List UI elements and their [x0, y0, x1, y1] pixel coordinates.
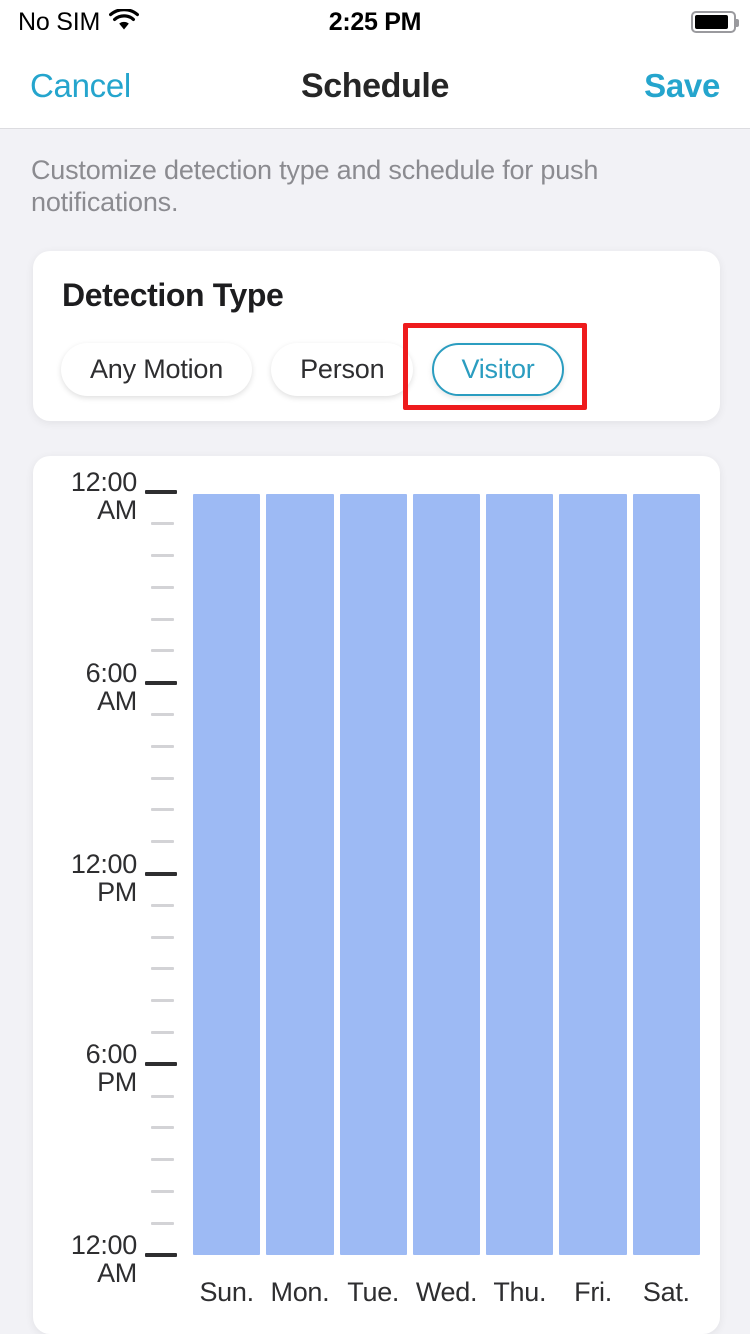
chart-y-axis-ticks — [142, 456, 177, 1334]
chart-tick-minor — [151, 554, 174, 558]
chart-tick-major — [145, 490, 177, 494]
chart-y-label: 12:00 — [70, 1230, 137, 1260]
detection-type-card: Detection Type Any Motion Person Visitor — [33, 251, 720, 421]
chart-y-label: AM — [97, 685, 137, 716]
chart-tick-minor — [151, 744, 174, 748]
chart-tick-minor — [151, 617, 174, 621]
chart-tick-major — [145, 1062, 177, 1067]
chart-x-label: Tue. — [347, 1277, 400, 1307]
chart-tick-minor — [151, 522, 174, 526]
chart-x-label: Mon. — [270, 1277, 330, 1307]
schedule-bar-tue[interactable] — [339, 494, 407, 1255]
detection-type-options: Any Motion Person Visitor — [61, 343, 564, 396]
chart-tick-minor — [151, 776, 174, 780]
chart-y-label: AM — [97, 495, 137, 525]
chart-tick-minor — [151, 840, 174, 844]
chart-y-label: 6:00 — [85, 1039, 138, 1070]
status-bar-right — [691, 0, 739, 44]
navigation-bar: Cancel Schedule Save — [0, 44, 750, 129]
schedule-bar-sun[interactable] — [193, 494, 261, 1255]
page-title: Schedule — [301, 66, 449, 105]
chart-tick-minor — [151, 1030, 174, 1034]
chart-tick-minor — [151, 1094, 174, 1098]
chart-y-label: PM — [97, 876, 137, 907]
chart-y-label: 6:00 — [85, 657, 138, 688]
battery-icon — [691, 11, 739, 33]
chart-y-label: 12:00 — [70, 467, 137, 497]
status-bar: No SIM 2:25 PM — [0, 0, 750, 44]
chart-y-label: 12:00 — [70, 848, 137, 879]
chart-tick-minor — [151, 1158, 174, 1162]
chart-tick-major — [145, 1253, 177, 1257]
chart-x-label: Sat. — [642, 1277, 690, 1307]
save-button[interactable]: Save — [644, 44, 720, 128]
detection-option-visitor[interactable]: Visitor — [432, 343, 564, 396]
chart-tick-minor — [151, 649, 174, 653]
detection-option-person[interactable]: Person — [271, 343, 414, 396]
chart-tick-minor — [151, 935, 174, 939]
chart-tick-minor — [151, 808, 174, 812]
schedule-bar-wed[interactable] — [412, 494, 481, 1255]
chart-tick-major — [145, 871, 177, 876]
status-bar-clock: 2:25 PM — [328, 7, 422, 36]
chart-tick-minor — [151, 1221, 174, 1225]
chart-tick-minor — [151, 1189, 174, 1193]
schedule-bar-fri[interactable] — [559, 494, 627, 1255]
chart-y-label: AM — [97, 1258, 137, 1288]
chart-tick-minor — [151, 999, 174, 1003]
chart-y-label: PM — [97, 1067, 137, 1098]
chart-y-axis-labels: 12:00 AM 6:00 AM 12:00 PM 6:00 PM 12:00 AM — [33, 456, 137, 1334]
detection-option-any-motion[interactable]: Any Motion — [61, 343, 253, 396]
chart-tick-minor — [151, 713, 174, 717]
chart-tick-minor — [151, 903, 174, 907]
detection-type-heading: Detection Type — [62, 277, 284, 313]
chart-tick-minor — [151, 967, 174, 971]
schedule-bar-mon[interactable] — [266, 494, 334, 1255]
chart-x-label: Thu. — [493, 1277, 547, 1307]
chart-x-label: Wed. — [415, 1277, 478, 1307]
chart-x-label: Fri. — [574, 1277, 612, 1307]
schedule-chart-card[interactable]: 12:00 AM 6:00 AM 12:00 PM 6:00 PM 12:00 AM Sun. Mo… — [33, 456, 720, 1334]
chart-x-label: Sun. — [199, 1277, 254, 1307]
chart-plot-area[interactable]: Sun. Mon. Tue. Wed. Thu. Fri. Sat. — [193, 456, 720, 1334]
chart-tick-minor — [151, 1126, 174, 1130]
description-text: Customize detection type and schedule fo… — [31, 155, 599, 217]
chart-tick-minor — [151, 585, 174, 589]
schedule-bar-thu[interactable] — [486, 494, 554, 1255]
schedule-bar-sat[interactable] — [632, 494, 700, 1255]
chart-tick-major — [145, 680, 177, 685]
